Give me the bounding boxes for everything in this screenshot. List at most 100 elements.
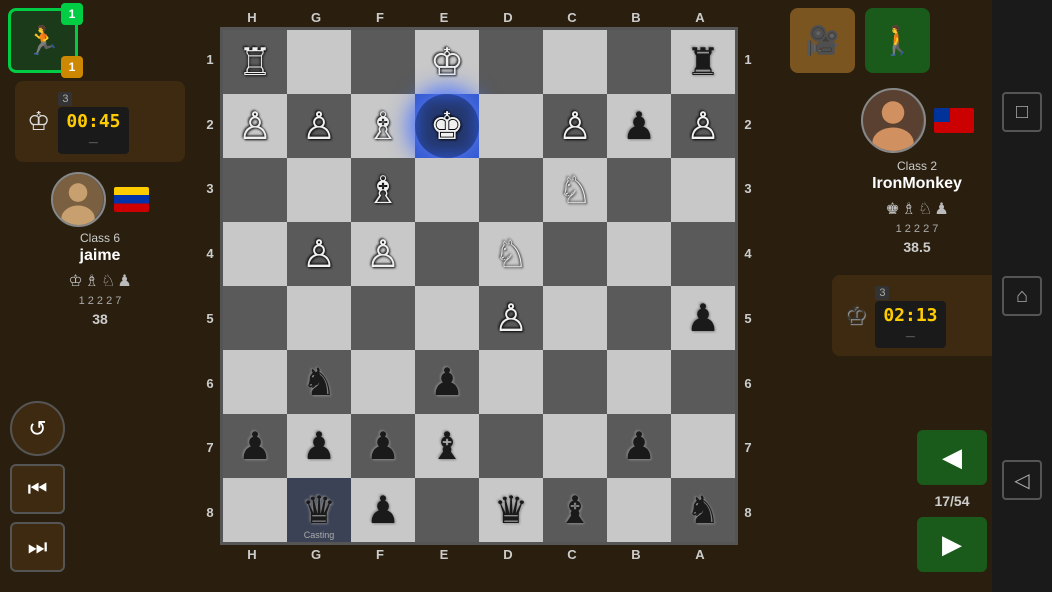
board-with-rank: 1 2 3 4 5 6 7 8 ♖ ♔ ♜ ♙ ♙ ♗ ♚ xyxy=(200,27,780,545)
cell-h6[interactable] xyxy=(223,350,287,414)
flag-colombia xyxy=(114,187,149,212)
cell-e1[interactable]: ♔ xyxy=(415,30,479,94)
cell-d1[interactable] xyxy=(479,30,543,94)
hike-button[interactable]: 🚶 xyxy=(865,8,930,73)
cell-f8[interactable]: ♟ xyxy=(351,478,415,542)
android-recent-button[interactable]: □ xyxy=(1002,92,1042,132)
cell-e5[interactable] xyxy=(415,286,479,350)
rewind-button[interactable]: ⏮ xyxy=(10,464,65,514)
cell-a4[interactable] xyxy=(671,222,735,286)
cell-a8[interactable]: ♞ xyxy=(671,478,735,542)
cell-d5[interactable]: ♙ xyxy=(479,286,543,350)
cell-f7[interactable]: ♟ xyxy=(351,414,415,478)
cell-h4[interactable] xyxy=(223,222,287,286)
cell-d6[interactable] xyxy=(479,350,543,414)
cell-h7[interactable]: ♟ xyxy=(223,414,287,478)
camera-button[interactable]: 🎥 xyxy=(790,8,855,73)
cell-f3[interactable]: ♗ xyxy=(351,158,415,222)
cell-a6[interactable] xyxy=(671,350,735,414)
prev-nav-button[interactable]: ◀ xyxy=(917,430,987,485)
cell-c4[interactable] xyxy=(543,222,607,286)
cell-g1[interactable] xyxy=(287,30,351,94)
badge-top: 1 xyxy=(61,3,83,25)
cell-g3[interactable] xyxy=(287,158,351,222)
cell-d4[interactable]: ♘ xyxy=(479,222,543,286)
android-home-button[interactable]: ⌂ xyxy=(1002,276,1042,316)
cell-h8[interactable] xyxy=(223,478,287,542)
back-icon: ◁ xyxy=(1014,468,1029,493)
cell-b8[interactable] xyxy=(607,478,671,542)
cell-a2[interactable]: ♙ xyxy=(671,94,735,158)
cell-b5[interactable] xyxy=(607,286,671,350)
cell-h1[interactable]: ♖ xyxy=(223,30,287,94)
piece-counts-left: 1 2 2 2 7 xyxy=(79,295,122,307)
left-timer-box: ♔ 3 00:45 — xyxy=(15,81,185,162)
timer-minus-right: — xyxy=(906,331,915,341)
cell-g5[interactable] xyxy=(287,286,351,350)
top-icons: 🏃 1 1 xyxy=(8,8,78,73)
player-info-left: Class 6 jaime ♔♗♘♟ 1 2 2 2 7 38 xyxy=(51,172,149,327)
page-counter: 17/54 xyxy=(934,493,969,509)
cell-b7[interactable]: ♟ xyxy=(607,414,671,478)
white-king-icon: ♔ xyxy=(27,106,50,137)
time-left: 00:45 xyxy=(66,111,120,132)
cell-c8[interactable]: ♝ xyxy=(543,478,607,542)
opponent-class: Class 2 xyxy=(897,159,937,173)
cell-e6[interactable]: ♟ xyxy=(415,350,479,414)
cell-c1[interactable] xyxy=(543,30,607,94)
cell-a3[interactable] xyxy=(671,158,735,222)
cell-f6[interactable] xyxy=(351,350,415,414)
cell-e3[interactable] xyxy=(415,158,479,222)
cell-a7[interactable] xyxy=(671,414,735,478)
timer-display-right: 3 02:13 — xyxy=(875,283,945,348)
cell-h3[interactable] xyxy=(223,158,287,222)
avatar-right xyxy=(861,88,926,153)
cell-d2[interactable] xyxy=(479,94,543,158)
opponent-info: Class 2 IronMonkey ♚♗♘♟ 1 2 2 2 7 38.5 xyxy=(861,88,974,255)
next-nav-button[interactable]: ▶ xyxy=(917,517,987,572)
cell-g6[interactable]: ♞ xyxy=(287,350,351,414)
cell-b1[interactable] xyxy=(607,30,671,94)
cell-c5[interactable] xyxy=(543,286,607,350)
cell-c3[interactable]: ♘ xyxy=(543,158,607,222)
cell-e4[interactable] xyxy=(415,222,479,286)
cell-f5[interactable] xyxy=(351,286,415,350)
next-icon: ▶ xyxy=(942,529,962,560)
android-back-button[interactable]: ◁ xyxy=(1002,460,1042,500)
cell-g7[interactable]: ♟ xyxy=(287,414,351,478)
file-labels-top: H G F E D C B A xyxy=(220,10,780,25)
cell-a1[interactable]: ♜ xyxy=(671,30,735,94)
move-count-left: 3 xyxy=(58,92,72,106)
hike-icon: 🚶 xyxy=(880,24,915,57)
cell-c6[interactable] xyxy=(543,350,607,414)
cell-d7[interactable] xyxy=(479,414,543,478)
cell-c7[interactable] xyxy=(543,414,607,478)
forward-button[interactable]: ⏭ xyxy=(10,522,65,572)
cell-g8[interactable]: ♛ Casting xyxy=(287,478,351,542)
cell-f4[interactable]: ♙ xyxy=(351,222,415,286)
replay-button[interactable]: ↺ xyxy=(10,401,65,456)
camera-icon: 🎥 xyxy=(805,24,840,57)
cell-a5[interactable]: ♟ xyxy=(671,286,735,350)
cell-d3[interactable] xyxy=(479,158,543,222)
cell-d8[interactable]: ♛ xyxy=(479,478,543,542)
cell-f2[interactable]: ♗ xyxy=(351,94,415,158)
cell-e7[interactable]: ♝ xyxy=(415,414,479,478)
cell-b2[interactable]: ♟ xyxy=(607,94,671,158)
cell-f1[interactable] xyxy=(351,30,415,94)
prev-icon: ◀ xyxy=(942,442,962,473)
chess-board[interactable]: ♖ ♔ ♜ ♙ ♙ ♗ ♚ ♙ ♟ ♙ ♗ ♘ xyxy=(220,27,738,545)
cell-g2[interactable]: ♙ xyxy=(287,94,351,158)
cell-g4[interactable]: ♙ xyxy=(287,222,351,286)
cell-b4[interactable] xyxy=(607,222,671,286)
cell-b6[interactable] xyxy=(607,350,671,414)
cell-h2[interactable]: ♙ xyxy=(223,94,287,158)
cell-e8[interactable] xyxy=(415,478,479,542)
cell-b3[interactable] xyxy=(607,158,671,222)
cell-c2[interactable]: ♙ xyxy=(543,94,607,158)
run-icon: 🏃 xyxy=(26,24,61,57)
replay-icon: ↺ xyxy=(28,416,46,442)
cell-h5[interactable] xyxy=(223,286,287,350)
cell-e2[interactable]: ♚ xyxy=(415,94,479,158)
run-button[interactable]: 🏃 1 1 xyxy=(8,8,78,73)
